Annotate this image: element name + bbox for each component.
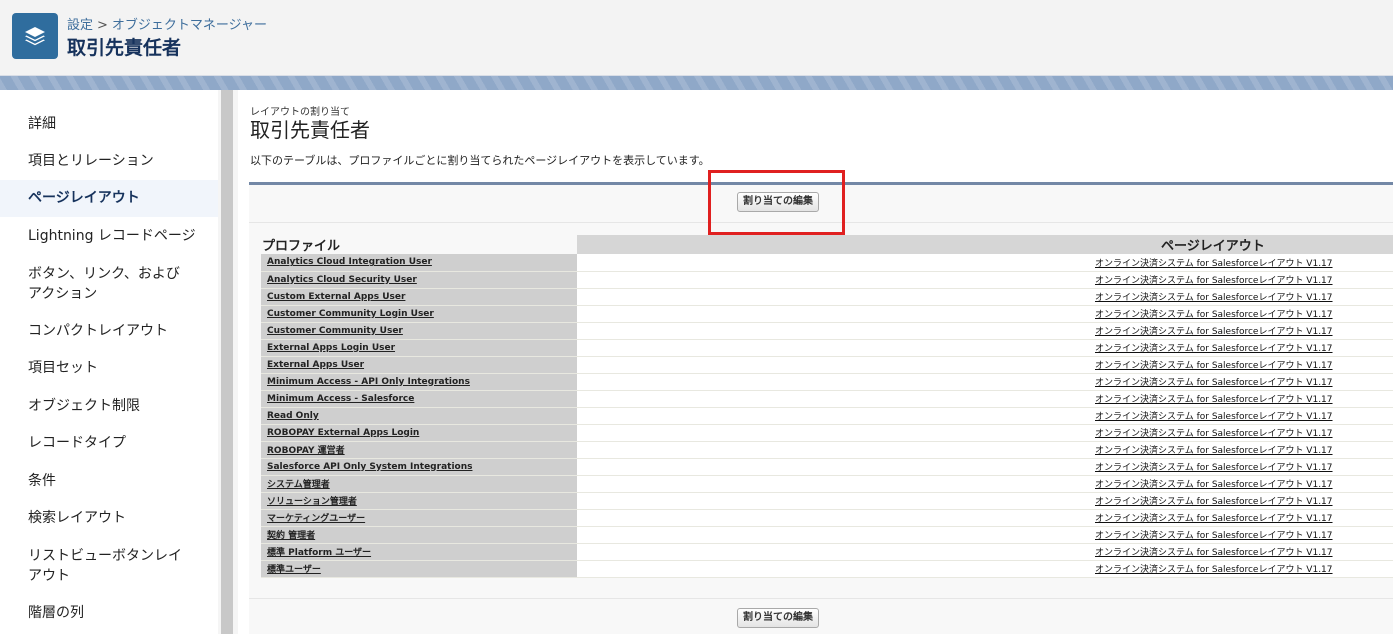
sidebar: 詳細 項目とリレーション ページレイアウト Lightning レコードページ … — [0, 90, 218, 634]
sidebar-item-list-view-button-layout[interactable]: リストビューボタンレイアウト — [0, 546, 218, 586]
table-row: External Apps User オンライン決済システム for Salesf… — [261, 356, 1393, 374]
sidebar-item-record-types[interactable]: レコードタイプ — [0, 433, 218, 453]
table-row: Custom External Apps User オンライン決済システム for… — [261, 288, 1393, 306]
table-header-row: プロファイル ページレイアウト — [261, 235, 1393, 254]
profile-link[interactable]: ROBOPAY External Apps Login — [261, 424, 577, 442]
profile-link[interactable]: Custom External Apps User — [261, 288, 577, 306]
breadcrumb-object-manager-link[interactable]: オブジェクトマネージャー — [112, 18, 267, 33]
page-layout-link[interactable]: オンライン決済システム for Salesforceレイアウト V1.17 — [577, 492, 1393, 510]
layers-icon — [12, 13, 58, 59]
page-layout-link[interactable]: オンライン決済システム for Salesforceレイアウト V1.17 — [577, 509, 1393, 527]
table-row: Customer Community Login User オンライン決済システム… — [261, 305, 1393, 323]
profile-link[interactable]: Salesforce API Only System Integrations — [261, 458, 577, 476]
table-row: ROBOPAY 運営者 オンライン決済システム for Salesforceレイア… — [261, 441, 1393, 459]
column-header-page-layout: ページレイアウト — [577, 235, 1393, 254]
page-header: 設定 > オブジェクトマネージャー 取引先責任者 — [0, 0, 1393, 76]
highlight-annotation-box — [708, 170, 845, 235]
page-layout-link[interactable]: オンライン決済システム for Salesforceレイアウト V1.17 — [577, 356, 1393, 374]
main-content: レイアウトの割り当て 取引先責任者 以下のテーブルは、プロファイルごとに割り当て… — [234, 90, 1393, 634]
breadcrumb-setup-link[interactable]: 設定 — [67, 18, 93, 33]
page-layout-link[interactable]: オンライン決済システム for Salesforceレイアウト V1.17 — [577, 271, 1393, 289]
page-layout-link[interactable]: オンライン決済システム for Salesforceレイアウト V1.17 — [577, 526, 1393, 544]
profile-link[interactable]: 標準ユーザー — [261, 560, 577, 578]
sidebar-item-object-limits[interactable]: オブジェクト制限 — [0, 396, 218, 416]
profile-link[interactable]: Customer Community Login User — [261, 305, 577, 323]
sidebar-item-compact-layouts[interactable]: コンパクトレイアウト — [0, 321, 218, 341]
profile-link[interactable]: システム管理者 — [261, 475, 577, 493]
profile-link[interactable]: Read Only — [261, 407, 577, 425]
table-row: 標準 Platform ユーザー オンライン決済システム for Salesfor… — [261, 543, 1393, 561]
page-layout-link[interactable]: オンライン決済システム for Salesforceレイアウト V1.17 — [577, 424, 1393, 442]
sidebar-scrollbar[interactable] — [221, 90, 233, 634]
table-row: Analytics Cloud Security User オンライン決済システム… — [261, 271, 1393, 289]
table-row: Minimum Access - API Only Integrations オン… — [261, 373, 1393, 391]
profile-link[interactable]: External Apps User — [261, 356, 577, 374]
table-body: Analytics Cloud Integration User オンライン決済シ… — [261, 254, 1393, 578]
profile-link[interactable]: Analytics Cloud Security User — [261, 271, 577, 289]
page-layout-link[interactable]: オンライン決済システム for Salesforceレイアウト V1.17 — [577, 390, 1393, 408]
page-layout-link[interactable]: オンライン決済システム for Salesforceレイアウト V1.17 — [577, 543, 1393, 561]
layout-assignment-panel: レイアウトの割り当て 取引先責任者 以下のテーブルは、プロファイルごとに割り当て… — [238, 90, 1393, 634]
profile-link[interactable]: ソリューション管理者 — [261, 492, 577, 510]
breadcrumb: 設定 > オブジェクトマネージャー — [67, 18, 268, 33]
table-row: Minimum Access - Salesforce オンライン決済システム f… — [261, 390, 1393, 408]
table-row: 契約 管理者 オンライン決済システム for Salesforceレイアウト V1… — [261, 526, 1393, 544]
page-title: 取引先責任者 — [250, 118, 370, 142]
profile-link[interactable]: Analytics Cloud Integration User — [261, 254, 577, 272]
profile-link[interactable]: 契約 管理者 — [261, 526, 577, 544]
column-header-profile: プロファイル — [262, 239, 341, 254]
sidebar-item-search-layouts[interactable]: 検索レイアウト — [0, 508, 218, 528]
table-row: Read Only オンライン決済システム for Salesforceレイアウト… — [261, 407, 1393, 425]
page-description: 以下のテーブルは、プロファイルごとに割り当てられたページレイアウトを表示していま… — [250, 154, 710, 167]
sidebar-item-lightning-record-pages[interactable]: Lightning レコードページ — [0, 226, 218, 246]
profile-link[interactable]: ROBOPAY 運営者 — [261, 441, 577, 459]
header-banner — [0, 76, 1393, 90]
sidebar-item-fields-relationships[interactable]: 項目とリレーション — [0, 151, 218, 171]
page-layout-link[interactable]: オンライン決済システム for Salesforceレイアウト V1.17 — [577, 254, 1393, 272]
table-row: ソリューション管理者 オンライン決済システム for Salesforceレイアウ… — [261, 492, 1393, 510]
sidebar-item-field-sets[interactable]: 項目セット — [0, 358, 218, 378]
table-row: Analytics Cloud Integration User オンライン決済シ… — [261, 254, 1393, 272]
table-row: Customer Community User オンライン決済システム for S… — [261, 322, 1393, 340]
assignment-table: プロファイル ページレイアウト Analytics Cloud Integrat… — [261, 235, 1393, 578]
sidebar-item-hierarchy-columns[interactable]: 階層の列 — [0, 603, 218, 623]
edit-assignment-button-bottom[interactable]: 割り当ての編集 — [737, 608, 819, 628]
page-layout-link[interactable]: オンライン決済システム for Salesforceレイアウト V1.17 — [577, 322, 1393, 340]
sidebar-item-buttons-links-actions[interactable]: ボタン、リンク、およびアクション — [0, 264, 218, 304]
page-layout-link[interactable]: オンライン決済システム for Salesforceレイアウト V1.17 — [577, 305, 1393, 323]
profile-link[interactable]: Minimum Access - API Only Integrations — [261, 373, 577, 391]
page-layout-link[interactable]: オンライン決済システム for Salesforceレイアウト V1.17 — [577, 339, 1393, 357]
page-layout-link[interactable]: オンライン決済システム for Salesforceレイアウト V1.17 — [577, 560, 1393, 578]
profile-link[interactable]: 標準 Platform ユーザー — [261, 543, 577, 561]
page-layout-link[interactable]: オンライン決済システム for Salesforceレイアウト V1.17 — [577, 458, 1393, 476]
table-row: 標準ユーザー オンライン決済システム for Salesforceレイアウト V1… — [261, 560, 1393, 578]
page-layout-link[interactable]: オンライン決済システム for Salesforceレイアウト V1.17 — [577, 475, 1393, 493]
profile-link[interactable]: Minimum Access - Salesforce — [261, 390, 577, 408]
page-layout-link[interactable]: オンライン決済システム for Salesforceレイアウト V1.17 — [577, 373, 1393, 391]
assignment-block: 割り当ての編集 プロファイル ページレイアウト Analytics Cloud … — [249, 182, 1393, 634]
profile-link[interactable]: External Apps Login User — [261, 339, 577, 357]
sidebar-item-details[interactable]: 詳細 — [0, 114, 218, 134]
sidebar-item-conditions[interactable]: 条件 — [0, 471, 218, 491]
table-row: ROBOPAY External Apps Login オンライン決済システム f… — [261, 424, 1393, 442]
page-layout-link[interactable]: オンライン決済システム for Salesforceレイアウト V1.17 — [577, 288, 1393, 306]
profile-link[interactable]: Customer Community User — [261, 322, 577, 340]
profile-link[interactable]: マーケティングユーザー — [261, 509, 577, 527]
divider — [249, 598, 1393, 599]
page-layout-link[interactable]: オンライン決済システム for Salesforceレイアウト V1.17 — [577, 441, 1393, 459]
table-row: システム管理者 オンライン決済システム for Salesforceレイアウト V… — [261, 475, 1393, 493]
table-row: Salesforce API Only System Integrations オ… — [261, 458, 1393, 476]
page-layout-link[interactable]: オンライン決済システム for Salesforceレイアウト V1.17 — [577, 407, 1393, 425]
table-row: マーケティングユーザー オンライン決済システム for Salesforceレイア… — [261, 509, 1393, 527]
table-row: External Apps Login User オンライン決済システム for … — [261, 339, 1393, 357]
object-title: 取引先責任者 — [67, 37, 182, 59]
sidebar-item-page-layouts[interactable]: ページレイアウト — [0, 180, 218, 217]
